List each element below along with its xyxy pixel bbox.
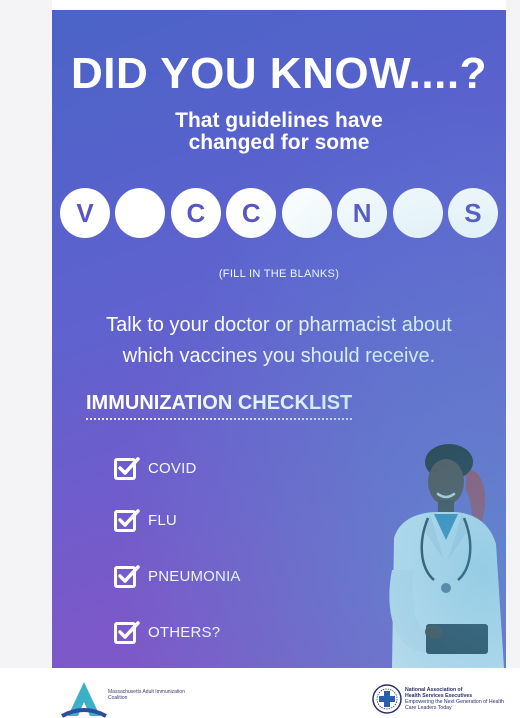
- checklist-item-covid: COVID: [114, 456, 197, 480]
- poster: DID YOU KNOW....? That guidelines have c…: [52, 10, 506, 668]
- checklist-label: OTHERS?: [148, 623, 221, 641]
- checklist-label: COVID: [148, 459, 197, 477]
- checklist-title: IMMUNIZATION CHECKLIST: [86, 392, 353, 420]
- headline: DID YOU KNOW....?: [71, 49, 487, 98]
- checklist-item-others: OTHERS?: [114, 620, 220, 644]
- checkbox-checked-icon: [114, 565, 140, 588]
- letter-circle-blank: [392, 188, 443, 238]
- checklist-label: PNEUMONIA: [148, 567, 241, 585]
- checklist-item-flu: FLU: [114, 508, 177, 532]
- nahse-line-3: Empowering the Next Generation of Health…: [405, 698, 504, 711]
- checkbox-checked-icon: [114, 509, 140, 532]
- letter-circle-v: V: [60, 188, 110, 238]
- talk-to-doctor-text: Talk to your doctor or pharmacist about …: [52, 310, 506, 372]
- letter-circle-n: N: [337, 188, 388, 238]
- nahse-logo-text: National Association of Health Services …: [405, 687, 505, 712]
- nahse-logo: [372, 684, 402, 714]
- letter-circle-s: S: [447, 188, 498, 238]
- frame-left: [0, 0, 52, 718]
- frame-right: [506, 0, 520, 718]
- subhead: That guidelines have changed for some: [52, 109, 506, 155]
- subhead-line-2: changed for some: [188, 131, 370, 155]
- checkbox-checked-icon: [114, 621, 140, 644]
- letter-circle-c: C: [226, 188, 277, 238]
- fill-in-instruction: (FILL IN THE BLANKS): [218, 268, 340, 280]
- vaccine-letter-blanks: V C C N S: [60, 188, 498, 248]
- subhead-line-1: That guidelines have: [175, 109, 383, 132]
- letter-circle-blank: [281, 188, 332, 238]
- maic-logo-text: Massachusetts Adult Immunization Coaliti…: [108, 689, 185, 701]
- checkbox-checked-icon: [114, 457, 140, 480]
- talk-line-2: which vaccines you should receive.: [122, 345, 436, 367]
- checklist-item-pneumonia: PNEUMONIA: [114, 564, 241, 588]
- healthcare-worker-photo: [389, 444, 504, 668]
- checklist-label: FLU: [148, 511, 177, 529]
- letter-circle-blank: [115, 188, 166, 238]
- talk-line-1: Talk to your doctor or pharmacist about: [106, 314, 452, 336]
- letter-circle-c: C: [170, 188, 221, 238]
